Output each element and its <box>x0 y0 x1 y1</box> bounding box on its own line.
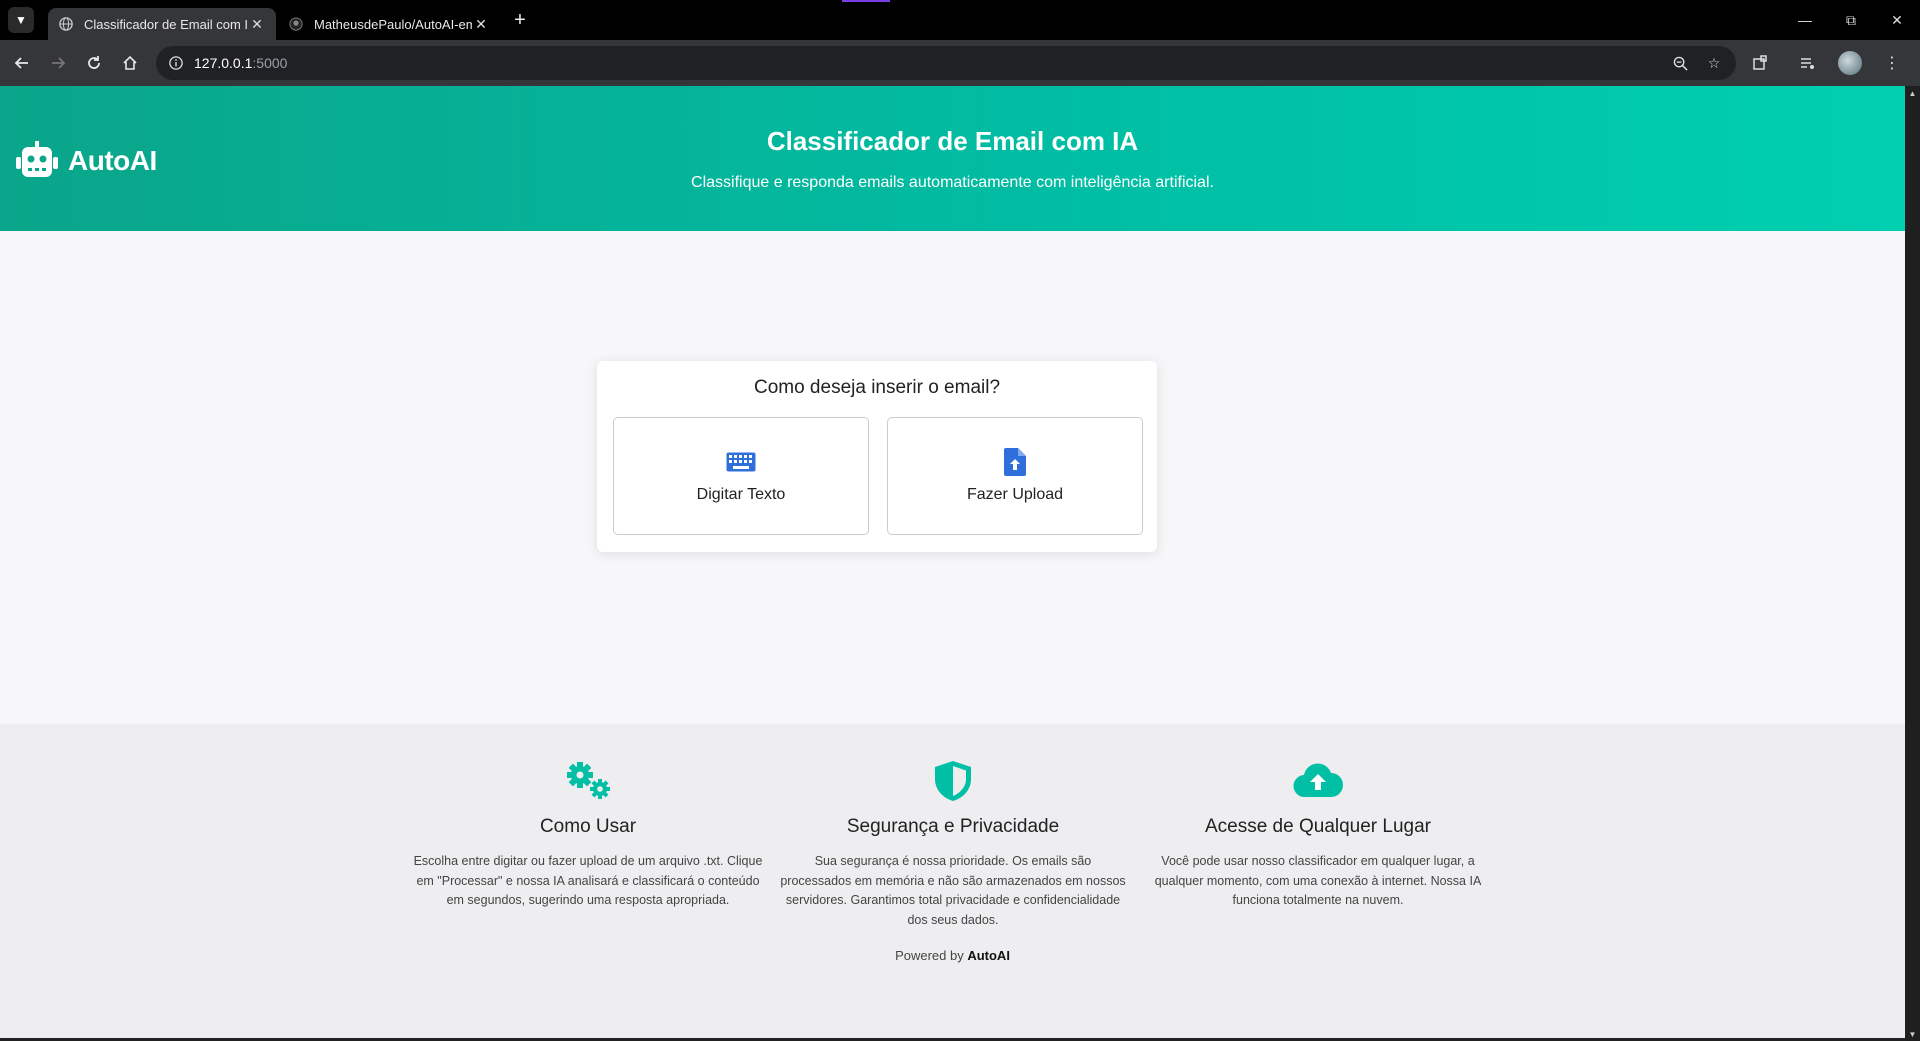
powered-brand: AutoAI <box>967 948 1010 963</box>
address-bar[interactable]: 127.0.0.1 :5000 ☆ <box>156 46 1736 80</box>
close-icon[interactable]: ✕ <box>248 15 266 33</box>
type-text-label: Digitar Texto <box>696 486 786 503</box>
globe-icon <box>58 16 74 32</box>
gears-icon <box>413 760 763 802</box>
chevron-down-icon: ▼ <box>15 13 27 27</box>
powered-by: Powered by AutoAI <box>0 948 1905 963</box>
tab-github[interactable]: MatheusdePaulo/AutoAI-email ✕ <box>278 8 500 40</box>
feature-text: Sua segurança é nossa prioridade. Os ema… <box>780 854 1126 927</box>
zoom-icon[interactable] <box>1666 49 1694 77</box>
page-subtitle: Classifique e responda emails automatica… <box>691 174 1214 191</box>
browser-tab-bar: ▼ Classificador de Email com IA ✕ Matheu… <box>0 0 1920 40</box>
feature-title: Segurança e Privacidade <box>846 816 1060 837</box>
page-title: Classificador de Email com IA <box>766 126 1139 156</box>
upload-file-button[interactable]: Fazer Upload <box>887 417 1143 535</box>
scroll-down-icon[interactable]: ▼ <box>1905 1027 1920 1041</box>
tab-title: Classificador de Email com IA <box>84 16 248 32</box>
type-text-button[interactable]: Digitar Texto <box>613 417 869 535</box>
shield-icon <box>778 760 1128 802</box>
feature-text: Você pode usar nosso classificador em qu… <box>1154 854 1482 907</box>
keyboard-icon <box>726 448 756 476</box>
forward-button[interactable] <box>40 45 76 81</box>
feature-title: Como Usar <box>539 816 637 837</box>
home-button[interactable] <box>112 45 148 81</box>
tab-title: MatheusdePaulo/AutoAI-email <box>314 16 472 32</box>
reload-button[interactable] <box>76 45 112 81</box>
window-controls: — ⧉ ✕ <box>1782 0 1920 40</box>
restore-icon[interactable]: ⧉ <box>1828 0 1874 40</box>
feature-how-to-use: Como Usar Escolha entre digitar ou fazer… <box>413 760 763 911</box>
site-info-icon[interactable] <box>166 53 186 73</box>
cloud-upload-icon <box>1143 760 1493 802</box>
new-tab-button[interactable]: + <box>506 6 534 34</box>
input-method-card: Como deseja inserir o email? Digitar Tex… <box>597 361 1157 552</box>
scroll-up-icon[interactable]: ▲ <box>1905 86 1920 100</box>
profile-avatar[interactable] <box>1832 45 1868 81</box>
tab-group-indicator <box>842 0 890 2</box>
close-icon[interactable]: ✕ <box>472 15 490 33</box>
file-upload-icon <box>1004 448 1026 476</box>
page-viewport: AutoAI Classificador de Email com IA Cla… <box>0 86 1905 1041</box>
url-port: :5000 <box>252 55 288 71</box>
url-host: 127.0.0.1 <box>194 55 253 71</box>
arrow-right-icon <box>52 57 66 69</box>
home-icon <box>123 55 137 70</box>
bookmark-star-icon[interactable]: ☆ <box>1700 49 1728 77</box>
features-section: Como Usar Escolha entre digitar ou fazer… <box>0 724 1905 1041</box>
tab-classificador[interactable]: Classificador de Email com IA ✕ <box>48 8 276 40</box>
menu-kebab-icon[interactable]: ⋮ <box>1874 45 1910 81</box>
media-controls-icon[interactable] <box>1790 45 1826 81</box>
arrow-left-icon <box>14 57 28 69</box>
back-button[interactable] <box>4 45 40 81</box>
feature-security: Segurança e Privacidade Sua segurança é … <box>778 760 1128 930</box>
extensions-icon[interactable] <box>1742 45 1778 81</box>
minimize-icon[interactable]: — <box>1782 0 1828 40</box>
card-title: Como deseja inserir o email? <box>753 377 1001 398</box>
powered-prefix: Powered by <box>895 948 968 963</box>
browser-toolbar: 127.0.0.1 :5000 ☆ ⋮ <box>0 40 1920 86</box>
upload-file-label: Fazer Upload <box>966 486 1064 503</box>
feature-text: Escolha entre digitar ou fazer upload de… <box>413 854 763 907</box>
page-header: AutoAI Classificador de Email com IA Cla… <box>0 86 1905 231</box>
github-icon <box>288 16 304 32</box>
feature-access-anywhere: Acesse de Qualquer Lugar Você pode usar … <box>1143 760 1493 911</box>
tab-search-button[interactable]: ▼ <box>8 7 34 33</box>
page-scrollbar[interactable]: ▲ ▼ <box>1905 86 1920 1041</box>
feature-title: Acesse de Qualquer Lugar <box>1204 816 1432 837</box>
window-close-icon[interactable]: ✕ <box>1874 0 1920 40</box>
reload-icon <box>88 56 100 69</box>
